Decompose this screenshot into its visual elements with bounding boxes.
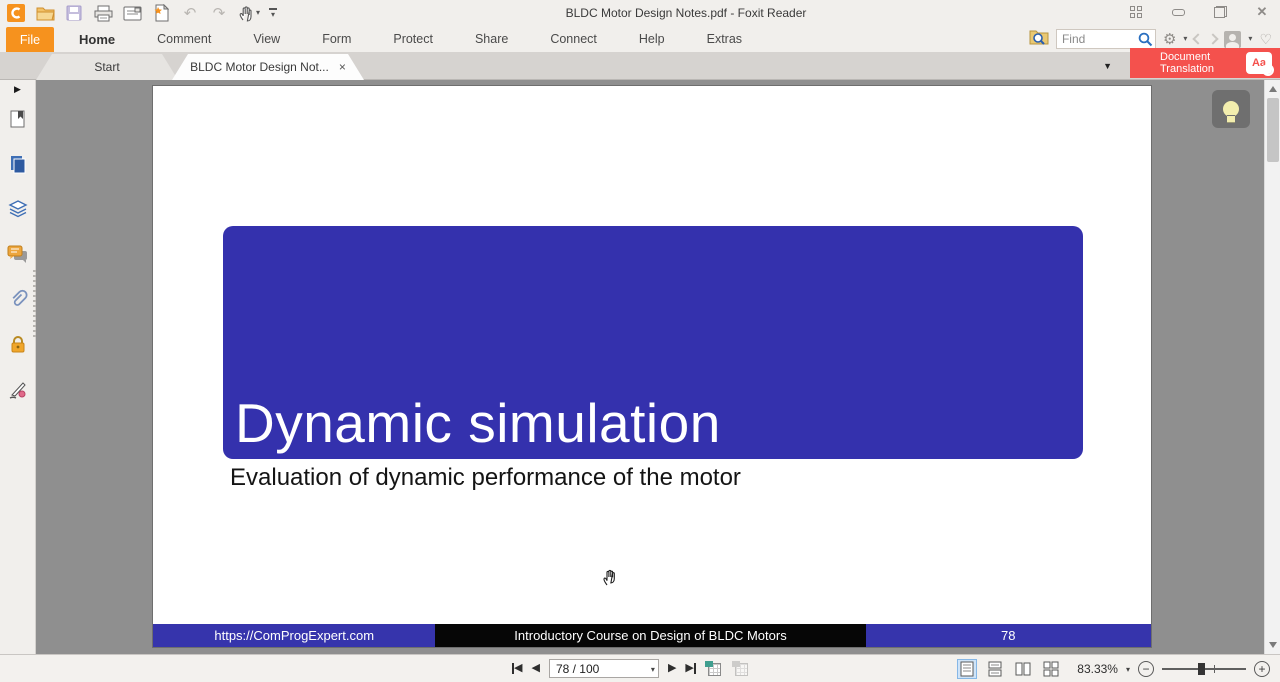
zoom-caret-icon[interactable]: ▾: [1126, 665, 1130, 674]
history-forward-icon[interactable]: [1207, 33, 1220, 45]
document-translation-label: Document Translation: [1160, 51, 1215, 75]
digital-signature-icon[interactable]: [7, 378, 29, 400]
account-avatar[interactable]: [1224, 30, 1242, 48]
settings-gear-icon[interactable]: ⚙: [1163, 32, 1176, 47]
menu-share-tab[interactable]: Share: [454, 32, 529, 46]
account-caret-icon[interactable]: ▾: [1248, 35, 1252, 43]
zoom-percentage[interactable]: 83.33%: [1077, 662, 1118, 676]
navigation-side-panel: ▶: [0, 80, 36, 654]
document-canvas[interactable]: Dynamic simulation Evaluation of dynamic…: [36, 80, 1264, 654]
zoom-in-button[interactable]: +: [1254, 661, 1270, 677]
page-thumbnails-icon[interactable]: [7, 153, 29, 175]
zoom-out-button[interactable]: −: [1138, 661, 1154, 677]
slide-footer-page-number: 78: [865, 624, 1151, 647]
document-tab-bar: Start BLDC Motor Design Not... × ▼: [0, 52, 1280, 80]
single-page-view-icon[interactable]: [957, 659, 978, 679]
previous-view-icon[interactable]: [704, 660, 723, 677]
menu-home-tab[interactable]: Home: [58, 32, 136, 47]
vertical-scrollbar[interactable]: [1264, 80, 1280, 654]
previous-page-button[interactable]: ◀: [531, 663, 539, 674]
find-box: [1055, 29, 1156, 49]
slide-footer-url: https://ComProgExpert.com: [153, 624, 436, 647]
history-back-icon[interactable]: [1192, 33, 1205, 45]
undo-icon[interactable]: ↶: [180, 3, 200, 23]
slide-footer-course: Introductory Course on Design of BLDC Mo…: [435, 624, 866, 647]
find-toolbar: ⚙ ▾ ▾ ♡: [1029, 28, 1272, 50]
window-controls: ✕: [1128, 4, 1270, 19]
grab-hand-cursor: [601, 564, 621, 593]
menu-connect-tab[interactable]: Connect: [529, 32, 618, 46]
tab-document-label: BLDC Motor Design Not...: [190, 60, 329, 74]
menu-file-tab[interactable]: File: [6, 27, 54, 52]
full-text-search-icon[interactable]: [1029, 28, 1049, 50]
menu-protect-tab[interactable]: Protect: [372, 32, 454, 46]
status-bar: ◀ ◀ ▾ ▶ ▶ 83.33% ▾ − +: [0, 654, 1280, 682]
tab-list-caret-icon[interactable]: ▼: [1103, 61, 1112, 71]
next-page-button[interactable]: ▶: [668, 663, 676, 674]
menu-extras-tab[interactable]: Extras: [686, 32, 763, 46]
menu-items: Home Comment View Form Protect Share Con…: [58, 26, 763, 52]
pdf-page[interactable]: Dynamic simulation Evaluation of dynamic…: [152, 85, 1152, 648]
scroll-down-icon[interactable]: [1269, 642, 1277, 648]
hand-tool-button[interactable]: ▾: [238, 4, 260, 22]
menu-form-tab[interactable]: Form: [301, 32, 372, 46]
page-number-box: ▾: [548, 659, 659, 678]
page-number-caret-icon[interactable]: ▾: [651, 665, 655, 674]
app-gallery-icon[interactable]: [1128, 5, 1144, 19]
menu-help-tab[interactable]: Help: [618, 32, 686, 46]
translate-aa-icon: Aa: [1246, 52, 1274, 76]
next-view-icon: [731, 660, 750, 677]
scrollbar-thumb[interactable]: [1267, 98, 1279, 162]
close-button[interactable]: ✕: [1254, 4, 1270, 19]
quick-access-toolbar: ↶ ↷ ▾ ▾: [6, 3, 278, 23]
restore-button[interactable]: [1212, 5, 1228, 19]
window-title: BLDC Motor Design Notes.pdf - Foxit Read…: [565, 6, 807, 20]
title-bar: ↶ ↷ ▾ ▾ BLDC Motor Design Notes.pdf - Fo…: [0, 0, 1280, 26]
hand-tool-icon: [239, 6, 252, 22]
attachments-icon[interactable]: [7, 288, 29, 310]
slide-title: Dynamic simulation: [235, 391, 721, 454]
assistant-lightbulb-button[interactable]: [1212, 90, 1250, 128]
continuous-view-icon[interactable]: [985, 659, 1005, 679]
zoom-controls: 83.33% ▾ − +: [957, 659, 1270, 679]
comments-icon[interactable]: [7, 243, 29, 265]
print-icon[interactable]: [93, 3, 113, 23]
page-number-input[interactable]: [548, 659, 659, 678]
document-translation-badge[interactable]: Document Translation Aa: [1130, 48, 1280, 78]
favorite-heart-icon[interactable]: ♡: [1259, 32, 1272, 46]
ribbon-menu-bar: File Home Comment View Form Protect Shar…: [0, 26, 1280, 52]
facing-view-icon[interactable]: [1013, 659, 1033, 679]
menu-comment-tab[interactable]: Comment: [136, 32, 232, 46]
save-icon[interactable]: [64, 3, 84, 23]
layers-icon[interactable]: [7, 198, 29, 220]
settings-caret-icon[interactable]: ▾: [1183, 35, 1187, 43]
hand-tool-caret-icon[interactable]: ▾: [256, 9, 260, 17]
slide-footer: https://ComProgExpert.com Introductory C…: [153, 624, 1151, 647]
slide-subtitle: Evaluation of dynamic performance of the…: [230, 464, 741, 491]
minimize-button[interactable]: [1170, 5, 1186, 19]
open-file-icon[interactable]: [35, 3, 55, 23]
create-pdf-icon[interactable]: [151, 3, 171, 23]
tab-start-label: Start: [94, 60, 120, 74]
tab-start[interactable]: Start: [36, 54, 178, 80]
scroll-up-icon[interactable]: [1269, 86, 1277, 92]
last-page-button[interactable]: ▶: [685, 663, 696, 674]
expand-panel-icon[interactable]: ▶: [14, 84, 21, 95]
slide-title-box: Dynamic simulation: [223, 226, 1083, 459]
bookmarks-icon[interactable]: [7, 108, 29, 130]
security-lock-icon[interactable]: [7, 333, 29, 355]
tab-document[interactable]: BLDC Motor Design Not... ×: [172, 54, 364, 80]
tab-close-icon[interactable]: ×: [339, 60, 346, 74]
email-icon[interactable]: [122, 3, 142, 23]
menu-view-tab[interactable]: View: [232, 32, 301, 46]
toolbar-options-icon[interactable]: ▾: [269, 7, 278, 19]
page-navigation: ◀ ◀ ▾ ▶ ▶: [512, 659, 750, 678]
lightbulb-icon: [1223, 101, 1239, 123]
continuous-facing-view-icon[interactable]: [1041, 659, 1061, 679]
zoom-slider-handle[interactable]: [1198, 663, 1205, 675]
first-page-button[interactable]: ◀: [512, 663, 522, 674]
redo-icon[interactable]: ↷: [209, 3, 229, 23]
foxit-logo-icon: [6, 3, 26, 23]
zoom-slider[interactable]: [1162, 662, 1246, 676]
